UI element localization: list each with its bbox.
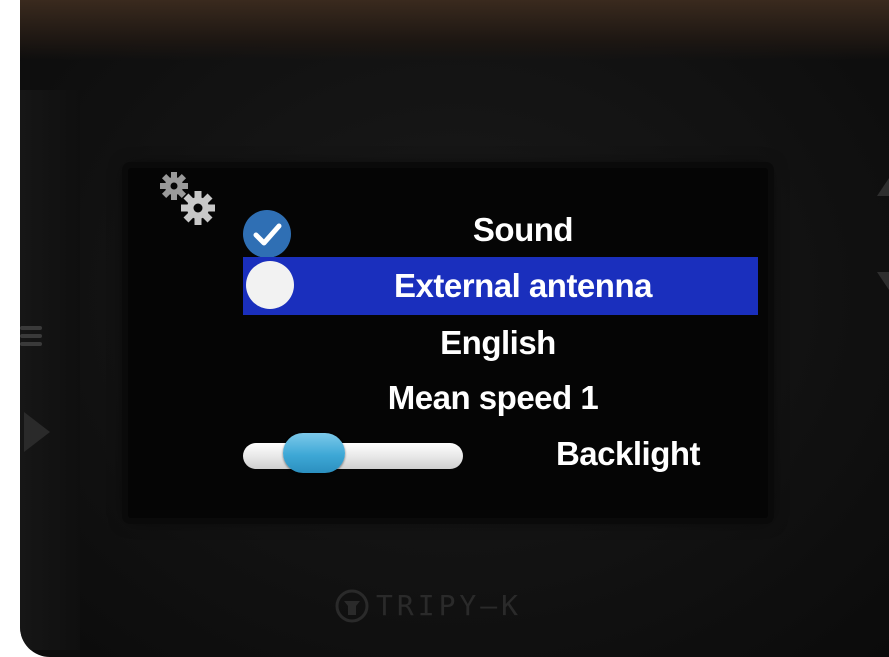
menu-item-label: Backlight <box>555 435 701 472</box>
radio-unchecked[interactable] <box>246 261 294 309</box>
settings-screen: Sound External antenna English Mean spee… <box>128 168 768 518</box>
down-hardware-button[interactable] <box>877 272 889 290</box>
menu-item-external-antenna[interactable]: External antenna <box>243 257 758 315</box>
device-body: Sound External antenna English Mean spee… <box>20 0 889 657</box>
menu-item-language[interactable]: English <box>243 315 758 371</box>
checkmark-icon <box>253 223 282 246</box>
menu-hardware-button[interactable] <box>20 322 42 362</box>
checkbox-checked[interactable] <box>243 210 291 258</box>
menu-item-label: English <box>440 324 556 361</box>
play-hardware-button[interactable] <box>24 412 50 452</box>
device-bezel <box>20 90 80 650</box>
menu-item-backlight[interactable]: Backlight <box>528 426 728 482</box>
menu-item-label: Sound <box>472 211 574 248</box>
up-hardware-button[interactable] <box>877 178 889 196</box>
brand-emblem-icon <box>335 589 369 623</box>
backlight-slider-handle[interactable] <box>283 433 345 473</box>
brand-logo: TRIPY—K <box>334 588 614 624</box>
menu-item-label: External antenna <box>394 267 652 304</box>
brand-name: TRIPY—K <box>376 589 523 622</box>
gears-icon <box>154 168 224 230</box>
background-glare <box>20 0 889 60</box>
backlight-slider-track[interactable] <box>243 443 463 469</box>
menu-item-label: Mean speed 1 <box>387 379 599 416</box>
menu-item-sound[interactable]: Sound <box>243 202 758 258</box>
menu-item-mean-speed[interactable]: Mean speed 1 <box>243 370 758 426</box>
